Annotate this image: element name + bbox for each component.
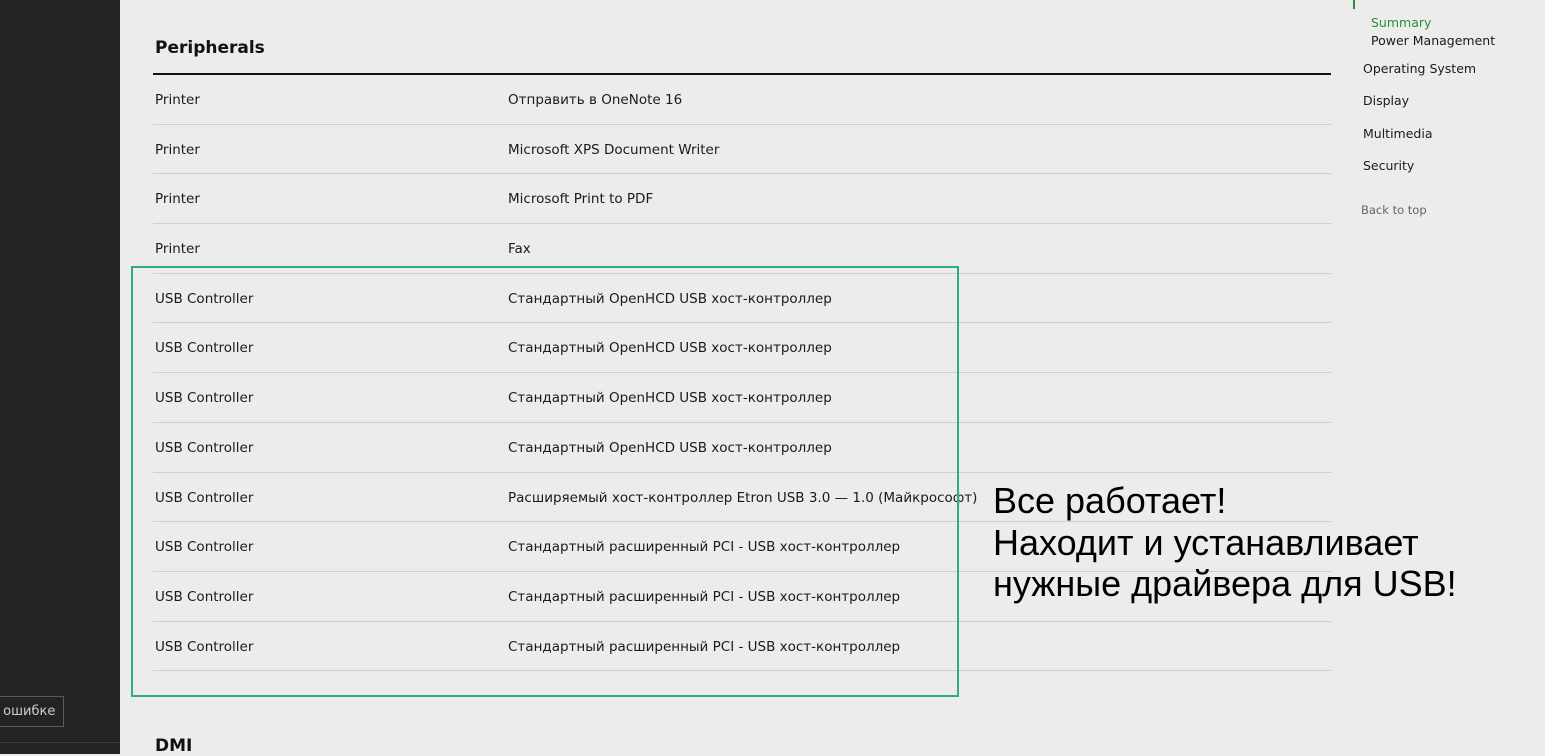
table-row: USB Controller Стандартный OpenHCD USB хо… — [153, 274, 1331, 324]
device-type: Printer — [155, 141, 200, 158]
device-type: USB Controller — [155, 588, 254, 605]
section-title-peripherals: Peripherals — [155, 38, 265, 58]
table-row: USB Controller Стандартный OpenHCD USB хо… — [153, 423, 1331, 473]
device-type: USB Controller — [155, 439, 254, 456]
device-type: USB Controller — [155, 390, 254, 407]
device-type: USB Controller — [155, 340, 254, 357]
table-row: USB Controller Стандартный OpenHCD USB хо… — [153, 323, 1331, 374]
device-name: Microsoft Print to PDF — [508, 191, 654, 208]
device-name: Стандартный расширенный PCI - USB хост-к… — [508, 638, 901, 655]
table-row: Printer Microsoft Print to PDF — [153, 174, 1331, 225]
nav-item-multimedia[interactable]: Multimedia — [1363, 126, 1433, 141]
device-type: USB Controller — [155, 638, 254, 655]
device-type: USB Controller — [155, 489, 254, 506]
nav-item-power-management[interactable]: Power Management — [1371, 33, 1495, 48]
nav-item-operating-system[interactable]: Operating System — [1363, 61, 1476, 76]
device-name: Стандартный OpenHCD USB хост-контроллер — [508, 340, 832, 357]
device-name: Fax — [508, 241, 531, 258]
device-name: Microsoft XPS Document Writer — [508, 141, 720, 158]
device-name: Стандартный OpenHCD USB хост-контроллер — [508, 439, 832, 456]
device-name: Отправить в OneNote 16 — [508, 92, 683, 108]
left-sidebar: б ошибке — [0, 0, 120, 754]
device-type: Printer — [155, 92, 200, 108]
sidebar-divider — [0, 742, 120, 743]
device-type: USB Controller — [155, 290, 254, 307]
device-name: Стандартный расширенный PCI - USB хост-к… — [508, 539, 901, 556]
nav-item-display[interactable]: Display — [1363, 93, 1409, 108]
table-row: Printer Microsoft XPS Document Writer — [153, 125, 1331, 175]
table-row: USB Controller Стандартный расширенный PC… — [153, 622, 1331, 672]
nav-active-indicator — [1353, 0, 1355, 9]
table-row: Printer Отправить в OneNote 16 — [153, 75, 1331, 125]
device-name: Расширяемый хост-контроллер Etron USB 3.… — [508, 489, 978, 506]
device-type: USB Controller — [155, 539, 254, 556]
main-content: Peripherals Printer Отправить в OneNote 1… — [120, 0, 1545, 756]
device-type: Printer — [155, 191, 200, 208]
nav-item-summary[interactable]: Summary — [1371, 15, 1431, 30]
back-to-top-link[interactable]: Back to top — [1361, 203, 1427, 217]
table-row: Printer Fax — [153, 224, 1331, 274]
device-name: Стандартный расширенный PCI - USB хост-к… — [508, 588, 901, 605]
right-navigation: Summary Power Management Operating Syste… — [1340, 0, 1545, 754]
device-name: Стандартный OpenHCD USB хост-контроллер — [508, 290, 832, 307]
device-type: Printer — [155, 241, 200, 258]
report-error-button[interactable]: б ошибке — [0, 696, 64, 727]
section-title-dmi: DMI — [155, 736, 193, 756]
nav-item-security[interactable]: Security — [1363, 158, 1414, 173]
device-name: Стандартный OpenHCD USB хост-контроллер — [508, 390, 832, 407]
table-row: USB Controller Стандартный OpenHCD USB хо… — [153, 373, 1331, 423]
